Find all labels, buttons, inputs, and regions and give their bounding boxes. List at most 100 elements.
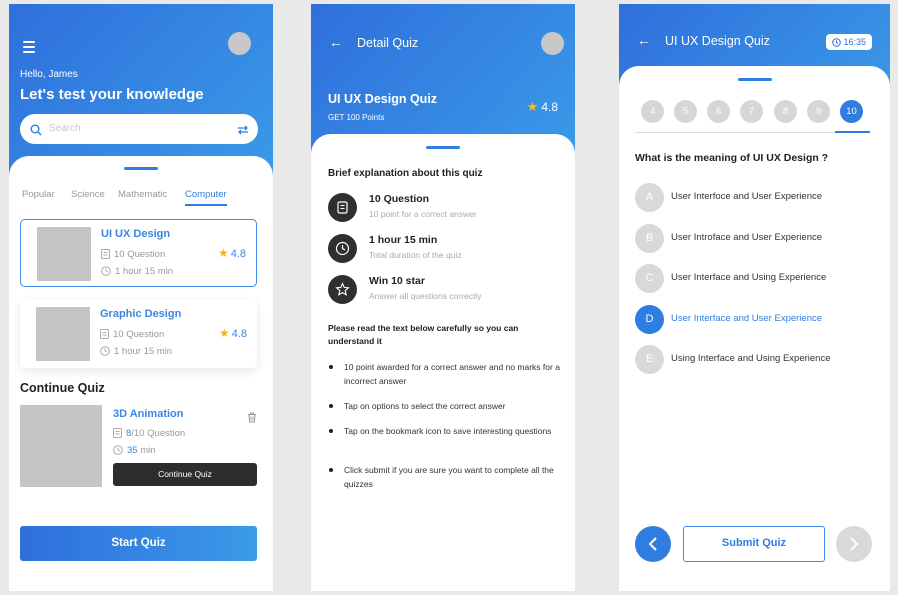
star-icon: ★ [218,326,230,340]
tab-computer[interactable]: Computer [185,189,227,206]
next-button[interactable] [836,526,872,562]
card-rating: ★ 4.8 [219,326,247,340]
quiz-card-graphic[interactable]: Graphic Design 10 Question 1 hour 15 min… [20,300,257,368]
detail-content: Brief explanation about this quiz 10 Que… [311,134,575,591]
question-number-7[interactable]: 7 [740,100,763,123]
clock-icon [113,445,123,458]
continue-time-value: 35 [127,445,138,456]
clock-icon [100,346,110,359]
rule-item: Click submit if you are sure you want to… [328,463,560,491]
question-number-9[interactable]: 9 [807,100,830,123]
option-e[interactable]: E Using Interface and Using Experience [635,345,880,375]
clock-icon [328,234,357,263]
filter-icon[interactable] [237,123,249,141]
question-number-4[interactable]: 4 [641,100,664,123]
timer-badge: 16:35 [826,34,872,50]
card-thumbnail [36,307,90,361]
continue-time-unit: min [137,445,156,456]
drag-handle[interactable] [737,78,772,81]
question-number-8[interactable]: 8 [774,100,797,123]
brief-title: Brief explanation about this quiz [328,168,483,179]
card-questions: 10 Question [114,249,166,260]
home-screen: Hello, James Let's test your knowledge S… [9,4,273,591]
star-icon: ★ [217,246,229,260]
card-duration: 1 hour 15 min [114,346,173,357]
avatar[interactable] [541,32,564,55]
chevron-left-icon [648,537,657,551]
continue-title: 3D Animation [113,408,184,420]
menu-icon[interactable] [23,41,35,56]
search-input[interactable]: Search [20,114,258,144]
continue-quiz-heading: Continue Quiz [20,381,105,395]
info-title: Win 10 star [369,275,425,287]
document-icon [100,329,109,342]
detail-screen: ← Detail Quiz UI UX Design Quiz GET 100 … [311,4,575,591]
question-number-6[interactable]: 6 [707,100,730,123]
clock-icon [101,266,111,279]
trash-icon[interactable] [247,410,257,428]
question-content: 4 5 6 7 8 9 10 What is the meaning of UI… [619,66,890,591]
rule-text: 10 point awarded for a correct answer an… [344,362,560,386]
continue-quiz-button[interactable]: Continue Quiz [113,463,257,486]
tab-mathematic[interactable]: Mathematic [118,189,167,204]
option-a[interactable]: A User Interfoce and User Experience [635,183,880,213]
card-duration-line: 1 hour 15 min [100,346,172,359]
card-thumbnail [37,227,91,281]
page-title: UI UX Design Quiz [665,34,770,48]
clock-icon [832,38,842,47]
option-letter: D [635,305,664,334]
card-title: UI UX Design [101,228,171,240]
quiz-card-ui-ux[interactable]: UI UX Design 10 Question 1 hour 15 min ★… [20,219,257,287]
card-rating-value: 4.8 [230,248,246,260]
drag-handle[interactable] [124,167,158,170]
document-icon [328,193,357,222]
previous-button[interactable] [635,526,671,562]
timer-value: 16:35 [843,37,866,47]
card-rating: ★ 4.8 [218,246,246,260]
avatar[interactable] [228,32,251,55]
question-number-5[interactable]: 5 [674,100,697,123]
option-d[interactable]: D User Interface and User Experience [635,305,880,335]
back-arrow-icon[interactable]: ← [329,34,343,50]
card-questions: 10 Question [113,329,165,340]
greeting: Hello, James [20,69,78,80]
option-c[interactable]: C User Interface and Using Experience [635,264,880,294]
tab-science[interactable]: Science [71,189,105,204]
option-letter: C [635,264,664,293]
rule-text: Tap on options to select the correct ans… [344,401,506,411]
option-b[interactable]: B User Introface and User Experience [635,224,880,254]
back-arrow-icon[interactable]: ← [637,32,651,48]
info-duration: 1 hour 15 min Total duration of the quiz [328,233,565,267]
search-icon [30,123,42,141]
tab-popular[interactable]: Popular [22,189,55,204]
rule-item: Tap on the bookmark icon to save interes… [328,424,560,438]
star-icon [328,275,357,304]
info-title: 10 Question [369,193,430,205]
rule-item: 10 point awarded for a correct answer an… [328,360,560,388]
quiz-points: GET 100 Points [328,113,385,122]
info-sub: Total duration of the quiz [369,250,462,260]
option-letter: E [635,345,664,374]
info-reward: Win 10 star Answer all questions correct… [328,274,565,308]
option-text: User Interface and Using Experience [671,272,827,283]
rule-item: Tap on options to select the correct ans… [328,399,560,413]
question-text: What is the meaning of UI UX Design ? [635,152,829,164]
card-questions-line: 10 Question [101,249,165,262]
quiz-rating: ★ 4.8 [527,99,558,115]
document-icon [101,249,110,262]
card-questions-line: 10 Question [100,329,164,342]
home-header: Hello, James Let's test your knowledge S… [9,4,273,179]
current-question-indicator [835,131,870,133]
continue-time-line: 35 min [113,445,156,458]
question-number-10[interactable]: 10 [840,100,863,123]
submit-quiz-button[interactable]: Submit Quiz [683,526,825,562]
info-title: 1 hour 15 min [369,234,438,246]
start-quiz-button[interactable]: Start Quiz [20,526,257,561]
info-sub: Answer all questions correctly [369,291,482,301]
quiz-rating-value: 4.8 [541,100,558,114]
card-duration: 1 hour 15 min [115,266,174,277]
drag-handle[interactable] [426,146,460,149]
rule-text: Click submit if you are sure you want to… [344,465,554,489]
page-title: Detail Quiz [357,36,419,50]
chevron-right-icon [850,537,859,551]
